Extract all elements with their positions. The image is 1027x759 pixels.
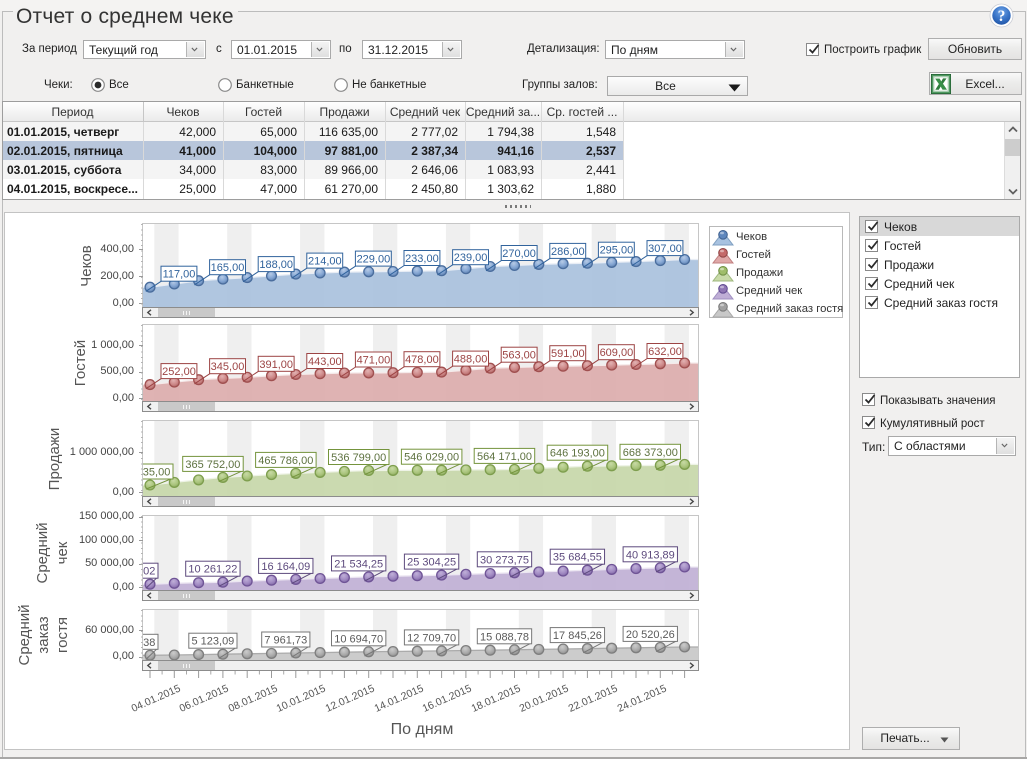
svg-text:10 261,22: 10 261,22 — [188, 564, 237, 576]
svg-text:563,00: 563,00 — [502, 350, 536, 362]
svg-text:564 171,00: 564 171,00 — [477, 451, 532, 463]
svg-text:270,00: 270,00 — [502, 248, 536, 260]
svg-text:229,00: 229,00 — [357, 254, 391, 266]
svg-text:165,00: 165,00 — [211, 262, 245, 274]
svg-text:40 913,89: 40 913,89 — [626, 549, 675, 561]
svg-text:286,00: 286,00 — [551, 246, 585, 258]
svg-text:609,00: 609,00 — [600, 347, 634, 359]
svg-text:443,00: 443,00 — [308, 356, 342, 368]
svg-text:35 684,55: 35 684,55 — [553, 552, 602, 564]
svg-text:536 799,00: 536 799,00 — [331, 452, 386, 464]
svg-text:20 520,26: 20 520,26 — [626, 629, 675, 641]
svg-text:295,00: 295,00 — [600, 245, 634, 257]
svg-text:646 193,00: 646 193,00 — [550, 448, 605, 460]
svg-text:15 088,78: 15 088,78 — [480, 631, 529, 643]
svg-text:252,00: 252,00 — [162, 366, 196, 378]
svg-text:365 752,00: 365 752,00 — [185, 459, 240, 471]
svg-text:239,00: 239,00 — [454, 252, 488, 264]
svg-text:465 786,00: 465 786,00 — [258, 455, 313, 467]
svg-text:5 123,09: 5 123,09 — [191, 636, 234, 648]
svg-text:214,00: 214,00 — [308, 256, 342, 268]
svg-text:478,00: 478,00 — [405, 354, 439, 366]
svg-text:471,00: 471,00 — [357, 355, 391, 367]
svg-text:25 304,25: 25 304,25 — [407, 557, 456, 569]
svg-text:345,00: 345,00 — [211, 361, 245, 373]
svg-text:30 273,75: 30 273,75 — [480, 554, 529, 566]
svg-text:233,00: 233,00 — [405, 253, 439, 265]
svg-text:188,00: 188,00 — [259, 259, 293, 271]
svg-text:21 534,25: 21 534,25 — [334, 558, 383, 570]
svg-text:5 871,02: 5 871,02 — [143, 566, 155, 578]
svg-text:16 164,09: 16 164,09 — [261, 561, 310, 573]
svg-text:488,00: 488,00 — [454, 354, 488, 366]
svg-text:17 845,26: 17 845,26 — [553, 630, 602, 642]
svg-text:117,00: 117,00 — [163, 269, 196, 281]
svg-text:12 709,70: 12 709,70 — [407, 632, 456, 644]
svg-text:175 135,00: 175 135,00 — [143, 467, 170, 479]
svg-text:2 634,38: 2 634,38 — [143, 637, 155, 649]
svg-text:307,00: 307,00 — [648, 243, 682, 255]
svg-text:?: ? — [998, 8, 1006, 25]
svg-text:10 694,70: 10 694,70 — [334, 633, 383, 645]
svg-text:632,00: 632,00 — [648, 346, 682, 358]
svg-text:7 961,73: 7 961,73 — [264, 635, 307, 647]
svg-text:591,00: 591,00 — [551, 348, 585, 360]
svg-text:668 373,00: 668 373,00 — [623, 447, 678, 459]
svg-text:391,00: 391,00 — [259, 359, 293, 371]
svg-text:546 029,00: 546 029,00 — [404, 452, 459, 464]
